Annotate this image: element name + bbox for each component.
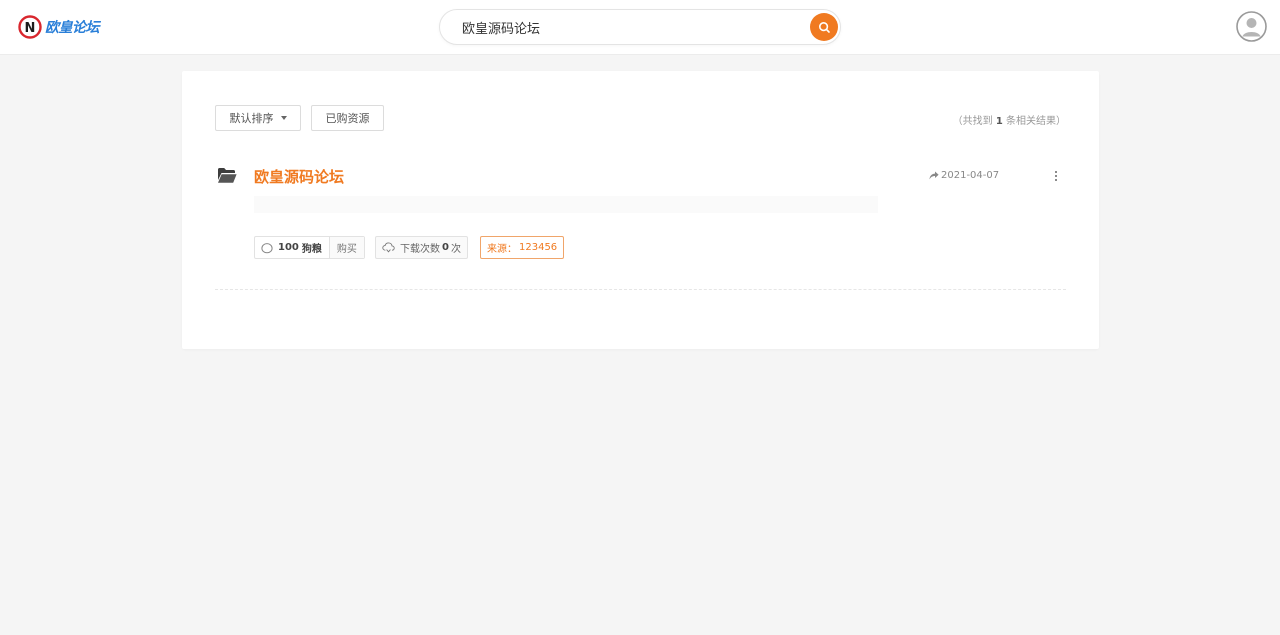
result-count-number: 1 [995,116,1003,127]
price-display: 100 狗粮 [255,237,329,258]
result-count-prefix: （共找到 [952,116,993,127]
logo-text: 欧皇论坛 [45,20,100,36]
sort-dropdown[interactable]: 默认排序 [215,105,301,131]
coin-icon [261,242,273,253]
price-tag: 100 狗粮 购买 [254,236,365,259]
purchased-resources-button[interactable]: 已购资源 [311,105,384,131]
source-badge[interactable]: 来源： 123456 [480,236,565,259]
source-value: 123456 [519,242,558,253]
svg-text:N: N [25,21,36,36]
buy-button[interactable]: 购买 [328,237,364,258]
cloud-download-icon [382,242,395,253]
result-date-text: 2021-04-07 [941,170,1000,181]
chevron-down-icon [280,116,287,120]
logo-mark-icon: N [18,15,42,39]
vertical-dots-icon [1055,171,1057,181]
search-bar [439,9,841,45]
result-title-link[interactable]: 欧皇源码论坛 [254,166,344,187]
share-arrow-icon [929,171,939,180]
more-options-button[interactable] [1048,168,1064,184]
result-divider [215,289,1066,290]
download-count-suffix: 次 [450,244,461,255]
download-count-prefix: 下载次数 [400,244,440,255]
source-label: 来源： [487,244,517,255]
search-button[interactable] [810,13,838,41]
result-count-suffix: 条相关结果） [1006,116,1066,127]
download-count-value: 0 [442,242,449,253]
price-unit: 狗粮 [301,244,322,255]
download-count-badge: 下载次数 0 次 [375,236,468,259]
price-value: 100 [278,242,299,253]
sort-dropdown-label: 默认排序 [229,112,274,125]
search-icon [818,21,830,33]
search-input[interactable] [460,10,800,44]
site-logo[interactable]: N 欧皇论坛 [18,13,100,41]
search-results-card: 默认排序 已购资源 （共找到 1 条相关结果） 欧皇源码论坛 2021-04-0… [182,71,1099,349]
result-date: 2021-04-07 [929,170,999,181]
user-avatar-icon[interactable] [1236,11,1267,42]
top-navigation-bar: N 欧皇论坛 [0,0,1280,55]
result-count: （共找到 1 条相关结果） [953,112,1066,127]
folder-icon [218,168,237,183]
result-description [254,196,878,213]
